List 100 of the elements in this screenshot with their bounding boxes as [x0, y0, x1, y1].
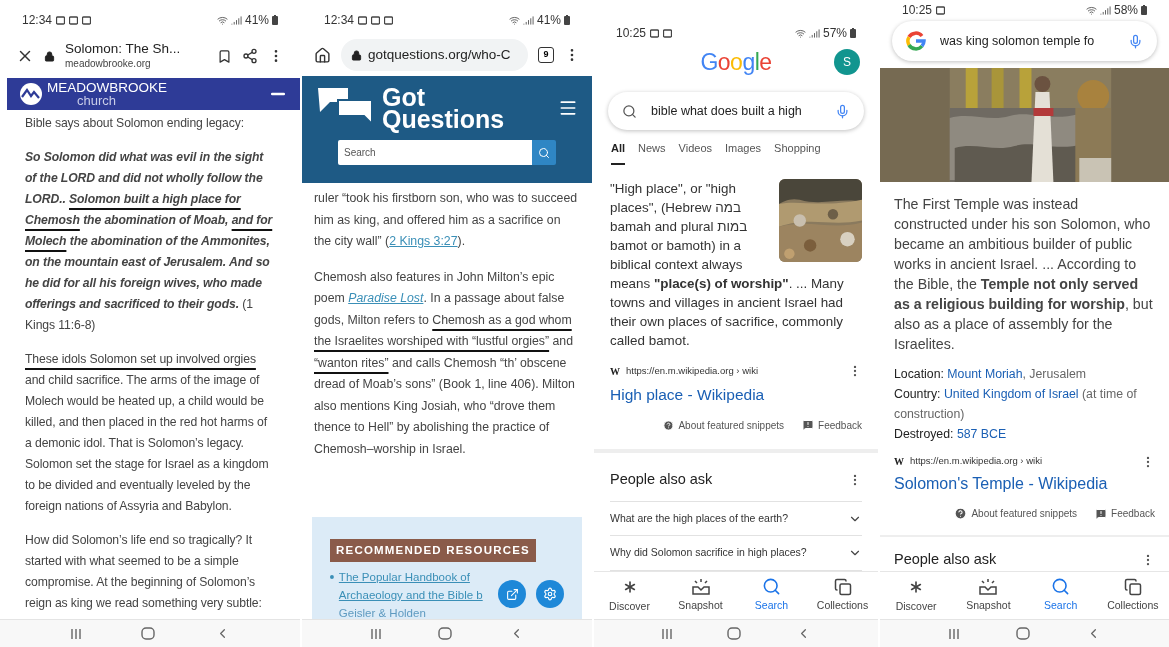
microphone-icon[interactable] — [835, 103, 850, 119]
search-icon — [538, 146, 550, 159]
question-row[interactable]: What are the high places of the earth? — [610, 501, 862, 537]
google-logo: Google — [700, 47, 772, 77]
search-bar[interactable]: was king solomon temple fo — [892, 21, 1157, 61]
search-icon — [1051, 577, 1071, 597]
home-icon[interactable] — [314, 46, 331, 64]
share-button[interactable] — [498, 580, 526, 609]
nav-tab[interactable]: Snapshot — [952, 572, 1025, 619]
search-button[interactable] — [532, 140, 556, 165]
fact-line: Destroyed: 587 BCE — [894, 426, 1008, 443]
nav-tab[interactable]: Discover — [880, 572, 953, 619]
section-heading: People also ask — [610, 470, 713, 490]
paragraph: Bible says about Solomon ending legacy: — [25, 115, 245, 132]
nav-tab[interactable]: Collections — [807, 572, 878, 619]
search-field[interactable]: Search — [338, 140, 532, 165]
source-logo: W — [610, 364, 620, 379]
recent-apps-icon[interactable] — [948, 627, 960, 640]
feedback-icon[interactable] — [802, 419, 815, 432]
address-text: gotquestions.org/who-C — [368, 45, 511, 64]
signal-icon — [808, 27, 820, 39]
status-time: 10:25 — [902, 2, 933, 19]
battery-icon — [564, 15, 570, 25]
search-bar[interactable]: bible what does built a high — [608, 92, 864, 130]
signal-icon — [230, 14, 242, 26]
nav-tab[interactable]: Search — [1024, 572, 1097, 619]
status-time: 12:34 — [324, 12, 355, 29]
lock-icon — [44, 50, 55, 62]
microphone-icon[interactable] — [1128, 33, 1143, 49]
feedback-link[interactable]: Feedback — [1111, 506, 1155, 521]
filter-tab[interactable]: All — [611, 140, 626, 165]
nav-tab[interactable]: Snapshot — [665, 572, 736, 619]
feedback-link[interactable]: Feedback — [818, 417, 862, 433]
resource-author: Geisler & Holden — [338, 606, 427, 619]
signal-icon — [522, 14, 534, 26]
fact-line: Country: United Kingdom of Israel (at time of construction) — [894, 386, 1138, 423]
google-g-icon — [906, 31, 926, 51]
bullet-icon — [330, 575, 334, 580]
help-icon[interactable] — [663, 419, 675, 431]
page-url: meadowbrooke.org — [65, 58, 152, 71]
address-bar[interactable]: gotquestions.org/who-C — [341, 39, 528, 71]
camera-snapshot-icon — [690, 577, 711, 596]
search-query: bible what does built a high — [651, 102, 803, 120]
account-avatar[interactable]: S — [834, 49, 860, 75]
logo-text: Got — [382, 86, 426, 108]
battery-level: 57% — [822, 25, 847, 42]
battery-icon — [1141, 5, 1147, 15]
filter-tab[interactable]: News — [638, 140, 666, 165]
external-link-icon — [505, 587, 519, 601]
fact-line: Location: Mount Moriah, Jerusalem — [894, 366, 1088, 383]
nav-tab[interactable]: Search — [736, 572, 807, 619]
status-time: 10:25 — [616, 25, 647, 42]
bookmark-icon[interactable] — [217, 48, 232, 64]
tab-count[interactable]: 9 — [538, 47, 554, 63]
search-icon — [622, 103, 637, 119]
collections-icon — [833, 577, 852, 596]
result-title-link[interactable]: High place - Wikipedia — [610, 382, 862, 406]
share-icon[interactable] — [242, 48, 258, 64]
section-heading: RECOMMENDED RESOURCES — [330, 539, 536, 563]
fact-link[interactable]: United Kingdom of Israel — [943, 387, 1079, 401]
recent-apps-icon[interactable] — [69, 627, 82, 640]
menu-icon[interactable] — [558, 98, 578, 118]
battery-icon — [850, 28, 856, 38]
mountain-logo-icon — [19, 82, 43, 106]
filter-tab[interactable]: Shopping — [774, 140, 821, 165]
paragraph: So Solomon did what was evil in the sight of the LORD and did not wholly follow the LORD.. Solomon built a high place for Chemosh the abomination of Moab, and for Molech the abomination of the Ammonites, on the mountain east of Jerusalem. And so he did for all his foreign wives, who made offerings and sacrificed to their gods. (1 Kings 11:6-8) — [25, 149, 274, 334]
help-icon[interactable] — [954, 507, 968, 520]
recent-apps-icon[interactable] — [661, 627, 674, 640]
filter-tab[interactable]: Videos — [678, 140, 712, 165]
about-snippets-link[interactable]: About featured snippets — [971, 506, 1078, 521]
search-icon — [762, 577, 781, 597]
paragraph: ruler “took his firstborn son, who was to succeed him as king, and offered him as a sacrifice on the city wall” (2 Kings 3:27). — [314, 190, 579, 250]
battery-icon — [272, 15, 278, 25]
about-snippets-link[interactable]: About featured snippets — [678, 417, 785, 433]
wifi-icon — [1085, 4, 1097, 16]
fact-link[interactable]: 587 BCE — [956, 427, 1007, 441]
feedback-icon[interactable] — [1095, 507, 1108, 520]
search-query: was king solomon temple fo — [940, 32, 1096, 50]
nav-tab[interactable]: Discover — [594, 572, 665, 619]
settings-button[interactable] — [536, 580, 564, 609]
notification-icon — [936, 5, 946, 15]
snippet-text: means "place(s) of worship". ... Many towns and villages in ancient Israel had their own places of sacrifice, commonly called bamot. — [610, 274, 845, 350]
site-name: MEADOWBROOKE — [47, 81, 168, 94]
source-url: https://en.m.wikipedia.org › wiki — [626, 363, 758, 378]
status-time: 12:34 — [22, 12, 53, 29]
fact-link[interactable]: Mount Moriah — [947, 367, 1023, 381]
paragraph: Chemosh also features in John Milton’s epic poem Paradise Lost. In a passage about false gods, Milton refers to Chemosh as a god whom the Israelites worshiped with “lustful orgies” and “wanton rites” and calls Chemosh “th’ obscene dread of Moab’s sons” (Book 1, line 406). Milton also mentions King Josiah, who “drove them thence to Hell” by abolishing the practice of Chemosh–worship in Israel. — [314, 268, 576, 458]
link[interactable]: 2 Kings 3:27 — [389, 234, 458, 248]
nav-tab[interactable]: Collections — [1096, 572, 1169, 619]
wifi-icon — [216, 14, 228, 26]
page-title: Solomon: The Sh... — [65, 41, 182, 59]
paragraph: How did Solomon’s life end so tragically? It started with what seemed to be a simple compromise. At the beginning of Solomon’s reign as king we read something very subtle: — [25, 532, 263, 612]
section-heading: People also ask — [894, 550, 997, 570]
collections-icon — [1123, 577, 1142, 596]
source-logo: W — [894, 455, 904, 469]
battery-level: 41% — [244, 12, 269, 29]
result-title-link[interactable]: Solomon's Temple - Wikipedia — [894, 472, 1155, 496]
filter-tab[interactable]: Images — [725, 140, 762, 165]
recent-apps-icon[interactable] — [370, 627, 383, 640]
wifi-icon — [508, 14, 520, 26]
